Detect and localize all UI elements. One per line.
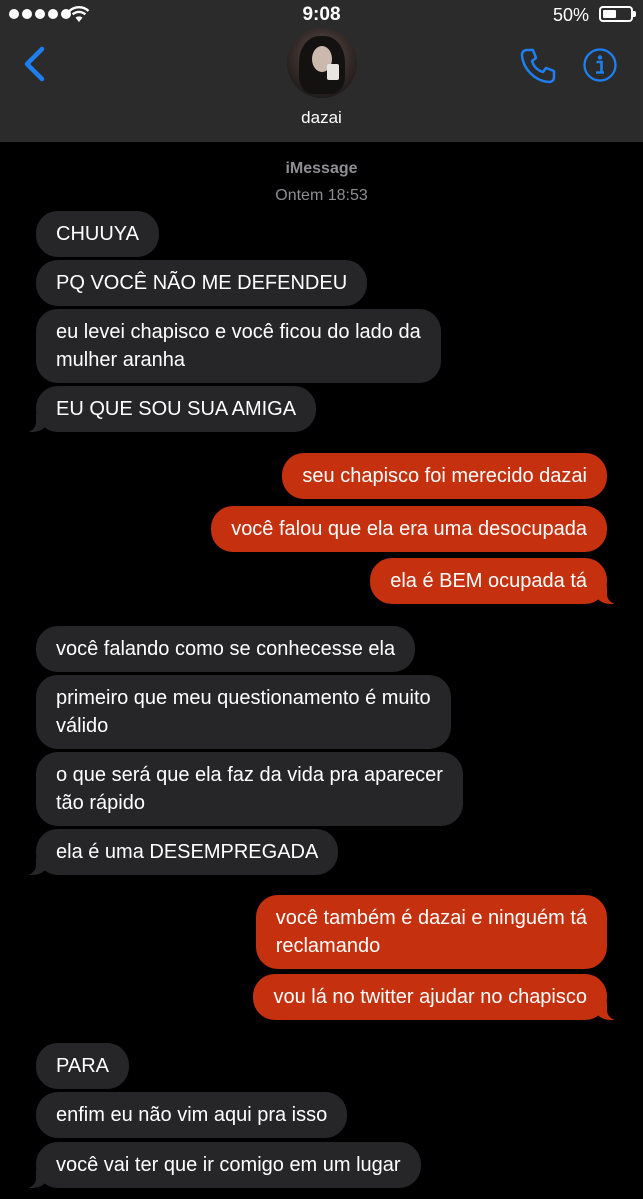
- outgoing-message[interactable]: ela é BEM ocupada tá: [370, 558, 619, 604]
- message-text: PARA: [56, 1055, 109, 1077]
- battery-icon: [599, 6, 636, 22]
- message-text: válido: [56, 715, 109, 737]
- incoming-message[interactable]: PQ VOCÊ NÃO ME DEFENDEU: [36, 260, 368, 306]
- message-text: primeiro que meu questionamento é muito: [56, 687, 431, 709]
- message-text: CHUUYA: [56, 223, 139, 245]
- message-text: enfim eu não vim aqui pra isso: [56, 1104, 328, 1126]
- conversation-header: 9:08 50% dazai: [0, 0, 643, 142]
- incoming-message[interactable]: enfim eu não vim aqui pra isso: [36, 1092, 348, 1138]
- message-text: você falou que ela era uma desocupada: [231, 518, 587, 540]
- message-timestamp: Ontem 18:53: [275, 187, 368, 204]
- message-text: reclamando: [275, 935, 381, 957]
- contact-name[interactable]: dazai: [0, 108, 643, 128]
- chevron-left-icon[interactable]: [18, 44, 50, 84]
- phone-icon[interactable]: [519, 47, 557, 85]
- message-text: você falando como se conhecesse ela: [56, 638, 396, 660]
- message-text: o que será que ela faz da vida pra apare…: [56, 764, 443, 786]
- incoming-message[interactable]: PARA: [36, 1043, 129, 1089]
- message-text: vou lá no twitter ajudar no chapisco: [273, 986, 587, 1008]
- incoming-message[interactable]: eu levei chapisco e você ficou do lado d…: [36, 309, 441, 383]
- incoming-message[interactable]: você falando como se conhecesse ela: [36, 626, 416, 672]
- message-text: eu levei chapisco e você ficou do lado d…: [56, 321, 421, 343]
- message-text: tão rápido: [56, 792, 145, 814]
- outgoing-message[interactable]: vou lá no twitter ajudar no chapisco: [253, 974, 619, 1020]
- incoming-message[interactable]: ela é uma DESEMPREGADA: [23, 829, 339, 875]
- info-icon[interactable]: [583, 48, 617, 82]
- message-text: seu chapisco foi merecido dazai: [302, 465, 587, 487]
- service-label: iMessage: [285, 160, 358, 177]
- message-text: EU QUE SOU SUA AMIGA: [56, 398, 297, 420]
- status-bar: 9:08 50%: [0, 0, 643, 30]
- outgoing-message[interactable]: você falou que ela era uma desocupada: [211, 506, 607, 552]
- message-text: ela é BEM ocupada tá: [390, 570, 587, 592]
- incoming-message[interactable]: o que será que ela faz da vida pra apare…: [36, 752, 463, 826]
- clock: 9:08: [302, 4, 341, 25]
- contact-avatar[interactable]: [287, 28, 357, 98]
- message-text: mulher aranha: [56, 349, 185, 371]
- outgoing-message[interactable]: seu chapisco foi merecido dazai: [282, 453, 607, 499]
- incoming-message[interactable]: CHUUYA: [36, 211, 159, 257]
- message-text: você vai ter que ir comigo em um lugar: [56, 1154, 401, 1176]
- message-text: você também é dazai e ninguém tá: [275, 907, 587, 929]
- incoming-message[interactable]: você vai ter que ir comigo em um lugar: [24, 1142, 421, 1188]
- outgoing-message[interactable]: você também é dazai e ninguém tá reclama…: [255, 895, 607, 969]
- message-text: ela é uma DESEMPREGADA: [56, 841, 319, 863]
- battery-percentage: 50%: [552, 5, 589, 25]
- message-text: PQ VOCÊ NÃO ME DEFENDEU: [56, 272, 348, 294]
- incoming-message[interactable]: primeiro que meu questionamento é muito …: [36, 675, 451, 749]
- incoming-message[interactable]: EU QUE SOU SUA AMIGA: [23, 386, 317, 432]
